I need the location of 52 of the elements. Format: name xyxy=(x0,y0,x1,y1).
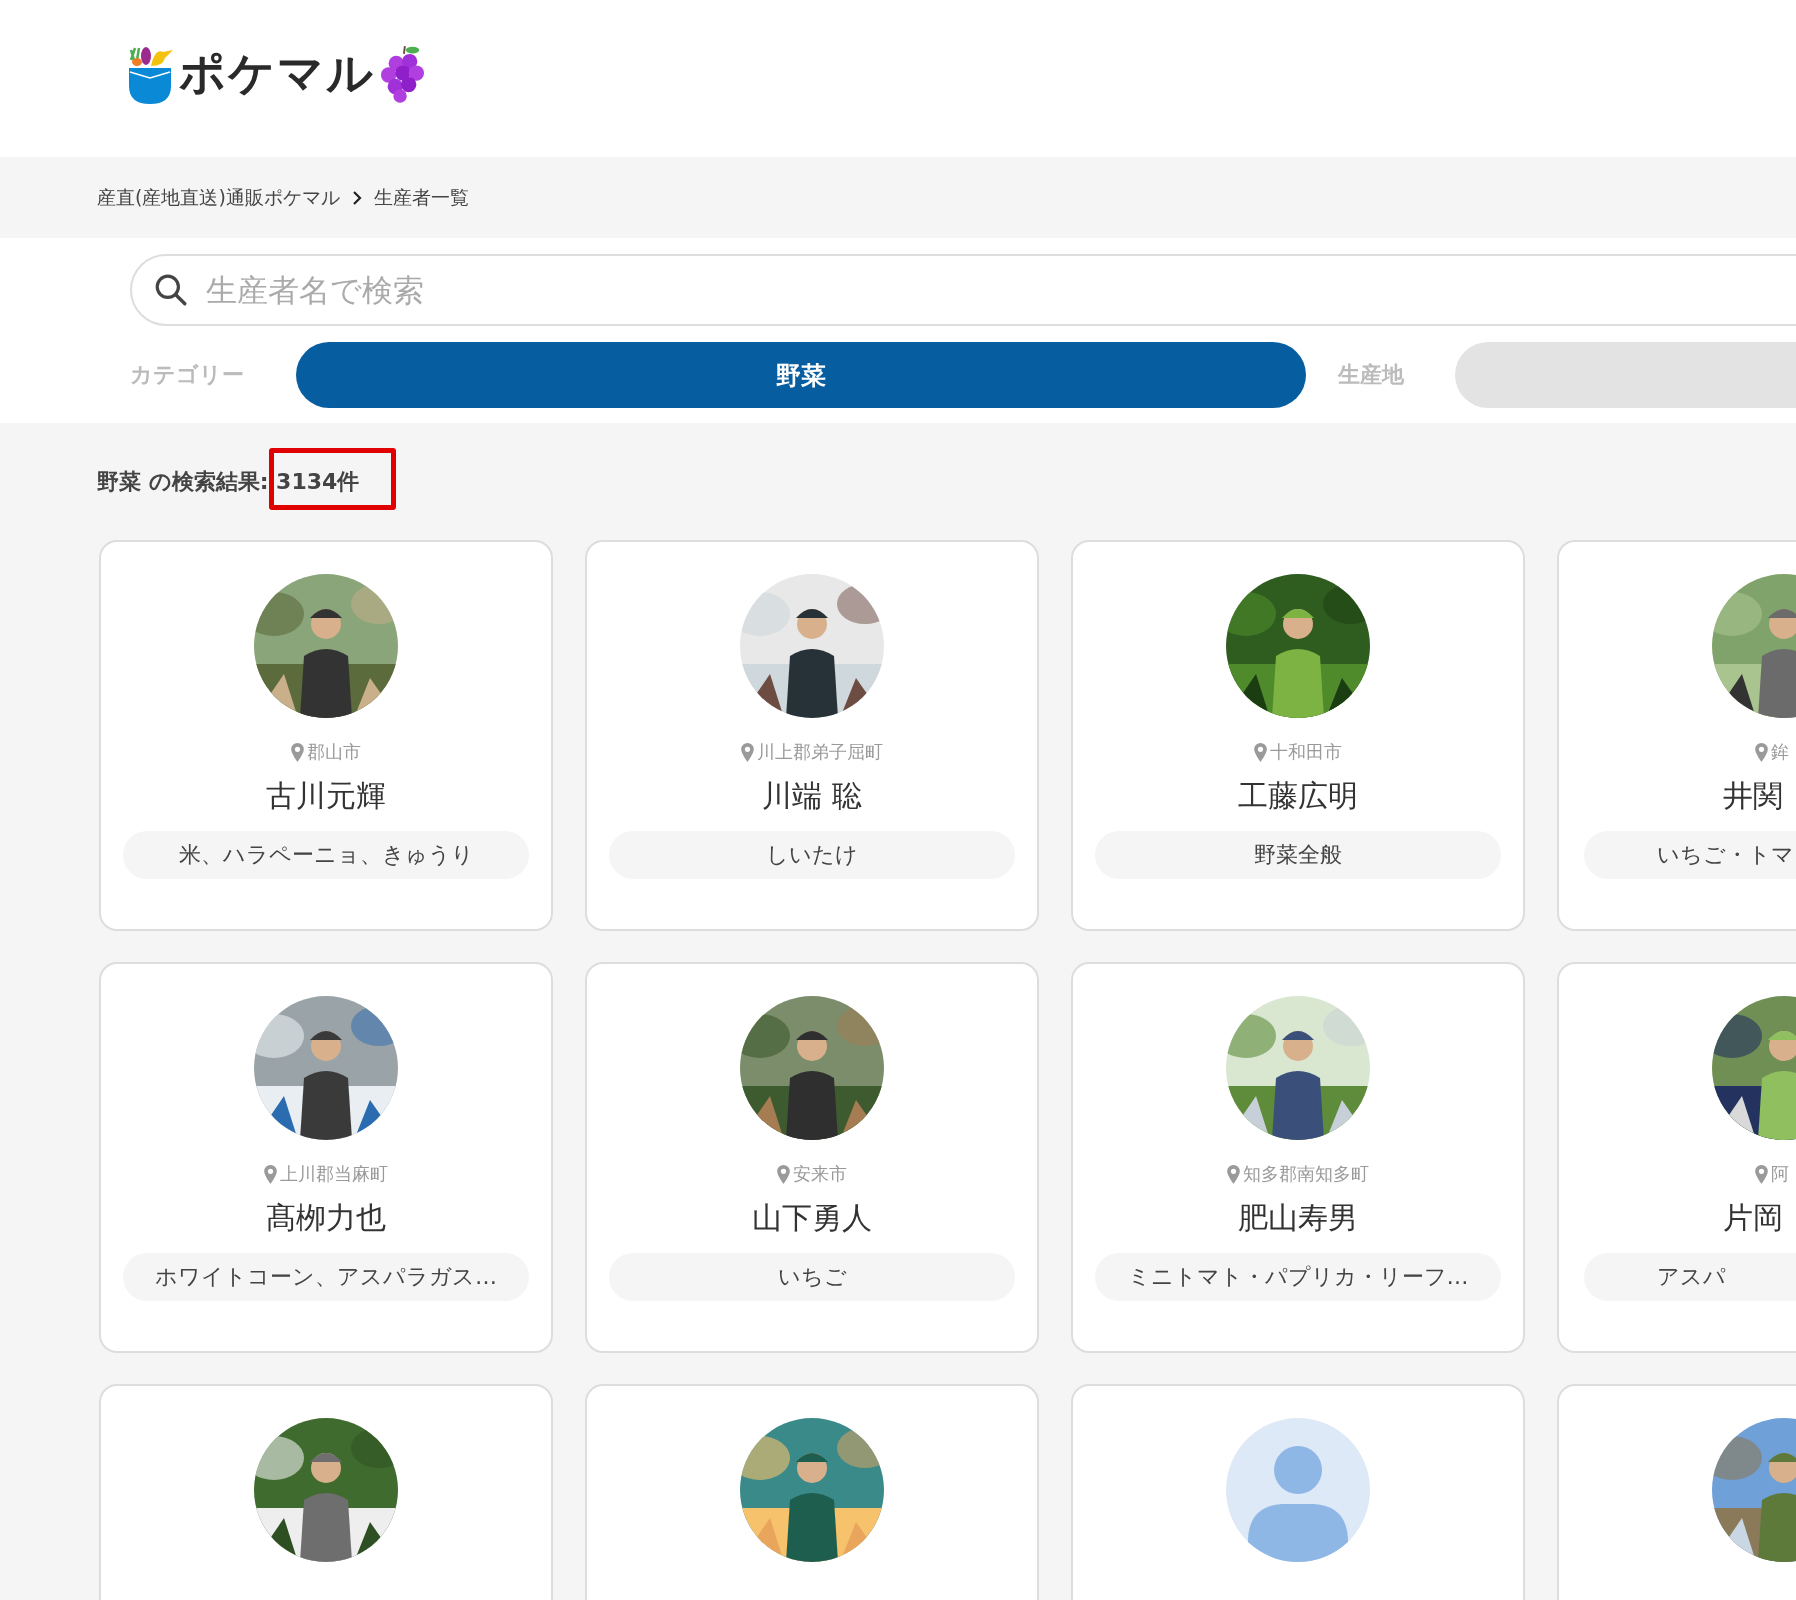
product-tag: ホワイトコーン、アスパラガス… xyxy=(123,1253,529,1301)
producer-name: 髙栁力也 xyxy=(266,1199,386,1237)
map-pin-icon xyxy=(741,742,754,762)
map-pin-icon xyxy=(291,742,304,762)
product-tag: しいたけ xyxy=(609,831,1015,879)
producer-card[interactable]: 郡山市 古川元輝 米、ハラペーニョ、きゅうり xyxy=(99,540,553,931)
filter-select[interactable]: 野菜 xyxy=(296,342,1306,408)
location-text: 阿 xyxy=(1771,1162,1789,1186)
producer-card[interactable]: 鉾 井関 いちご・トマ xyxy=(1557,540,1796,931)
map-pin-icon xyxy=(264,1164,277,1184)
search-field[interactable]: 生産者名で検索 xyxy=(130,254,1796,326)
producer-card[interactable]: 十和田市 工藤広明 野菜全般 xyxy=(1071,540,1525,931)
producer-card[interactable]: 上川郡当麻町 髙栁力也 ホワイトコーン、アスパラガス… xyxy=(99,962,553,1353)
producer-card[interactable]: 阿 片岡 アスパ xyxy=(1557,962,1796,1353)
default-avatar-icon xyxy=(1226,1418,1370,1562)
product-tag: ミニトマト・パプリカ・リーフ… xyxy=(1095,1253,1501,1301)
location-text: 郡山市 xyxy=(307,740,361,764)
producer-name: 片岡 xyxy=(1723,1199,1783,1237)
logo-text: ポケマル xyxy=(179,44,375,102)
product-tag: いちご・トマ xyxy=(1584,831,1796,879)
producer-card[interactable]: 川上郡弟子屈町 川端 聡 しいたけ xyxy=(585,540,1039,931)
breadcrumb-current: 生産者一覧 xyxy=(373,184,469,210)
product-tag: 野菜全般 xyxy=(1095,831,1501,879)
product-tag: アスパ xyxy=(1584,1253,1796,1301)
producer-card[interactable]: 安来市 山下勇人 いちご xyxy=(585,962,1039,1353)
filter-label: カテゴリー xyxy=(130,361,245,389)
map-pin-icon xyxy=(1755,742,1768,762)
location-text: 川上郡弟子屈町 xyxy=(757,740,883,764)
producer-name: 川端 聡 xyxy=(762,777,862,815)
grapes-icon xyxy=(379,43,425,104)
location-text: 十和田市 xyxy=(1270,740,1342,764)
product-tag: いちご xyxy=(609,1253,1015,1301)
map-pin-icon xyxy=(1755,1164,1768,1184)
producer-name: 工藤広明 xyxy=(1238,777,1358,815)
producer-name: 肥山寿男 xyxy=(1238,1199,1358,1237)
location-text: 知多郡南知多町 xyxy=(1243,1162,1369,1186)
producer-name: 古川元輝 xyxy=(266,777,386,815)
breadcrumb-link[interactable]: 産直(産地直送)通販ポケマル xyxy=(97,184,340,211)
results-summary: 野菜 の検索結果: 3134件 xyxy=(97,467,360,496)
location-text: 鉾 xyxy=(1771,740,1789,764)
location-text: 安来市 xyxy=(793,1162,847,1186)
search-icon xyxy=(154,273,188,307)
producer-card[interactable]: 知多郡南知多町 肥山寿男 ミニトマト・パプリカ・リーフ… xyxy=(1071,962,1525,1353)
producer-name: 山下勇人 xyxy=(752,1199,872,1237)
location-text: 上川郡当麻町 xyxy=(280,1162,388,1186)
producer-name: 井関 xyxy=(1723,777,1783,815)
product-tag: 米、ハラペーニョ、きゅうり xyxy=(123,831,529,879)
filter-label: 生産地 xyxy=(1338,361,1405,389)
map-pin-icon xyxy=(1227,1164,1240,1184)
map-pin-icon xyxy=(777,1164,790,1184)
chevron-right-icon xyxy=(351,189,362,206)
map-pin-icon xyxy=(1254,742,1267,762)
